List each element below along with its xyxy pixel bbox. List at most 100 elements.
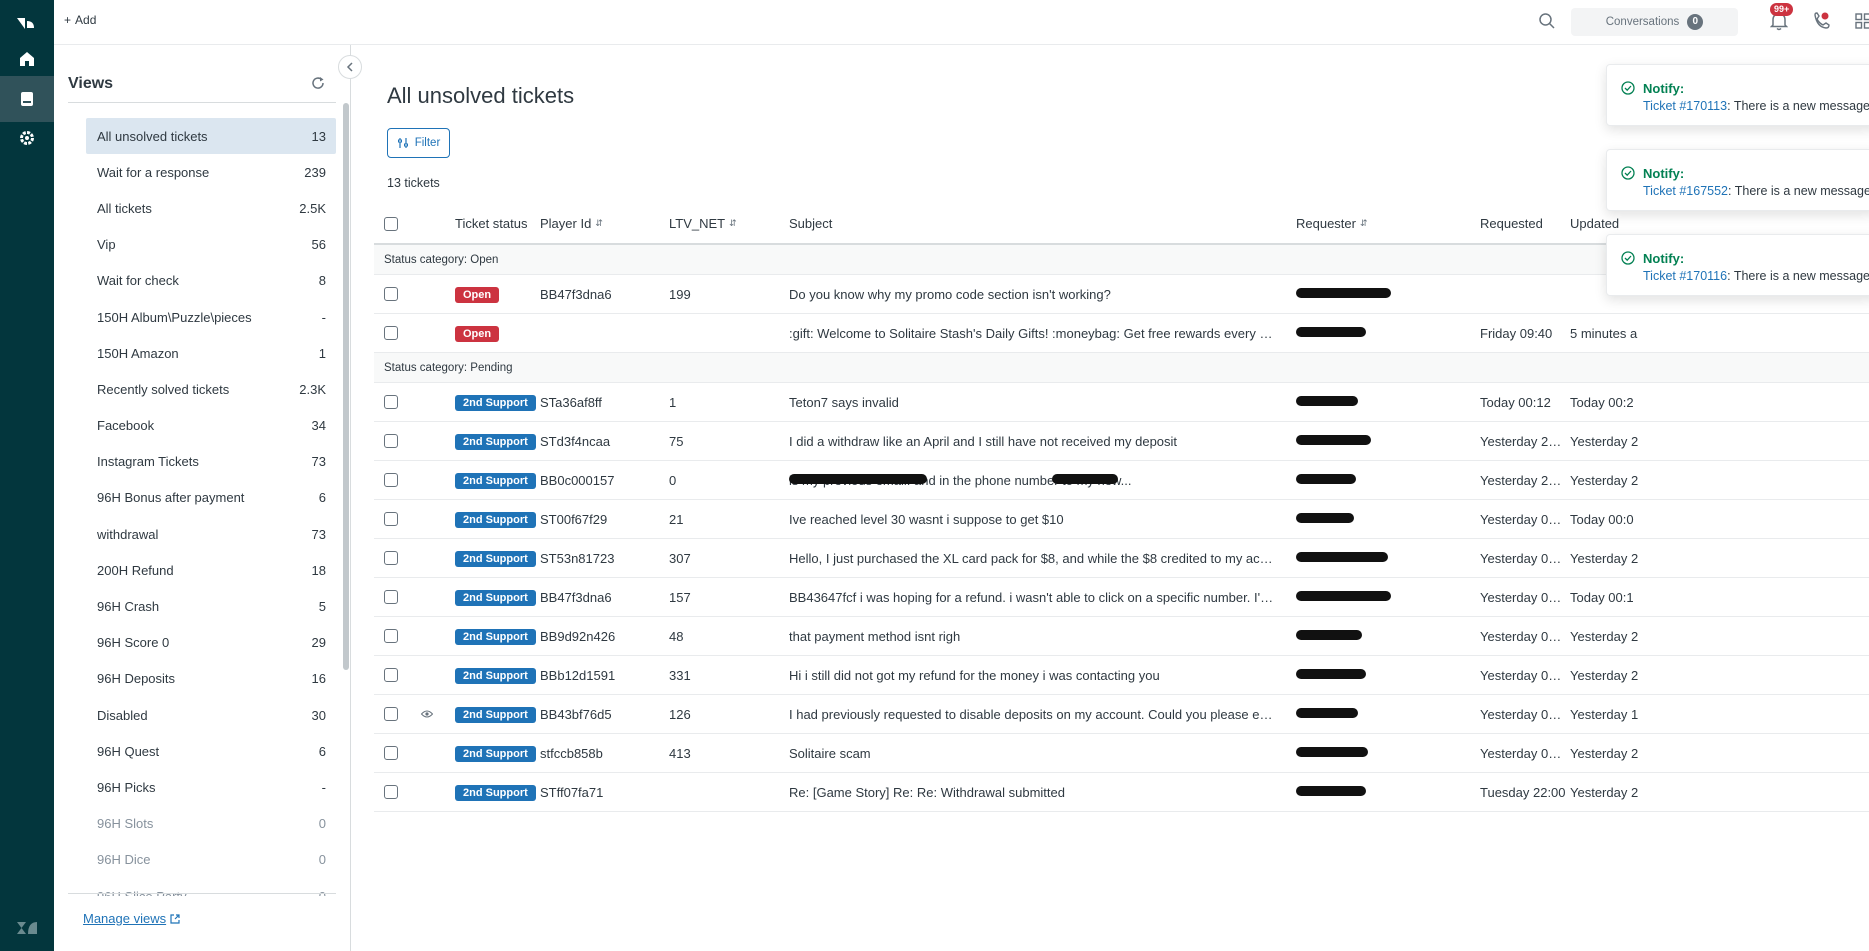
row-checkbox[interactable] bbox=[384, 707, 398, 721]
redacted-mark bbox=[1296, 513, 1354, 523]
ticket-row[interactable]: 2nd Support ST53n81723 307 Hello, I just pu… bbox=[374, 539, 1869, 578]
ticket-row[interactable]: 2nd Support STd3f4ncaa 75 I did a withdraw … bbox=[374, 422, 1869, 461]
row-checkbox[interactable] bbox=[384, 629, 398, 643]
view-item[interactable]: Wait for a response 239 bbox=[86, 154, 336, 190]
agent-status-icon[interactable] bbox=[1811, 11, 1831, 34]
view-item[interactable]: 96H Dice 0 bbox=[86, 842, 336, 878]
ticket-count: 13 tickets bbox=[387, 176, 440, 190]
filter-button[interactable]: Filter bbox=[387, 128, 450, 158]
ticket-row[interactable]: 2nd Support STff07fa71 Re: [Game Story] Re… bbox=[374, 773, 1869, 812]
ticket-row[interactable]: 2nd Support STa36af8ff 1 Teton7 says invali… bbox=[374, 383, 1869, 422]
view-item[interactable]: 96H Crash 5 bbox=[86, 588, 336, 624]
view-item[interactable]: Disabled 30 bbox=[86, 697, 336, 733]
ticket-row[interactable]: 2nd Support BB9d92n426 48 that payment meth… bbox=[374, 617, 1869, 656]
view-item-label: 150H Album\Puzzle\pieces bbox=[97, 309, 252, 325]
row-checkbox[interactable] bbox=[384, 326, 398, 340]
row-checkbox[interactable] bbox=[384, 434, 398, 448]
ticket-row[interactable]: Open:gift: Welcome to Solitaire Stash's … bbox=[374, 314, 1869, 353]
view-item[interactable]: All tickets 2.5K bbox=[86, 190, 336, 226]
updated-time: 5 minutes a bbox=[1570, 326, 1638, 341]
redacted-mark bbox=[1296, 669, 1366, 679]
notify-ticket-link[interactable]: Ticket #170113 bbox=[1643, 99, 1727, 113]
view-item[interactable]: Vip 56 bbox=[86, 227, 336, 263]
conversations-button[interactable]: Conversations 0 bbox=[1571, 8, 1738, 36]
view-item[interactable]: 96H Slots 0 bbox=[86, 806, 336, 842]
notify-ticket-link[interactable]: Ticket #170116 bbox=[1643, 269, 1727, 283]
row-checkbox[interactable] bbox=[384, 590, 398, 604]
row-checkbox[interactable] bbox=[384, 287, 398, 301]
ticket-subject[interactable]: :gift: Welcome to Solitaire Stash's Dail… bbox=[789, 326, 1279, 341]
ticket-status-badge: 2nd Support bbox=[455, 707, 536, 723]
row-checkbox[interactable] bbox=[384, 551, 398, 565]
ticket-subject[interactable]: Solitaire scam bbox=[789, 746, 1279, 761]
redacted-mark bbox=[1296, 786, 1366, 796]
ticket-row[interactable]: 2nd Support BB47f3dna6 157 BB43647fcf i was… bbox=[374, 578, 1869, 617]
ticket-row[interactable]: 2nd Support BBb12d1591 331 Hi i still did n… bbox=[374, 656, 1869, 695]
ticket-row[interactable]: 2nd Support ST00f67f29 21 Ive reached level… bbox=[374, 500, 1869, 539]
views-scrollbar[interactable] bbox=[343, 103, 349, 670]
view-item[interactable]: 200H Refund 18 bbox=[86, 552, 336, 588]
requested-time: Yesterday 04:01 bbox=[1480, 629, 1566, 644]
collapse-views-button[interactable] bbox=[338, 55, 362, 79]
ticket-subject[interactable]: Teton7 says invalid bbox=[789, 395, 1279, 410]
view-item[interactable]: withdrawal 73 bbox=[86, 516, 336, 552]
column-updated[interactable]: Updated bbox=[1570, 216, 1619, 231]
notify-ticket-link[interactable]: Ticket #167552 bbox=[1643, 184, 1728, 198]
row-checkbox[interactable] bbox=[384, 473, 398, 487]
ticket-subject[interactable]: BB43647fcf i was hoping for a refund. i … bbox=[789, 590, 1279, 605]
view-item[interactable]: Wait for check 8 bbox=[86, 263, 336, 299]
ticket-subject[interactable]: I did a withdraw like an April and I sti… bbox=[789, 434, 1279, 449]
ticket-row[interactable]: 2nd Support BB0c000157 0 is my previous ema… bbox=[374, 461, 1869, 500]
apps-grid-icon[interactable] bbox=[1855, 13, 1869, 32]
search-icon[interactable] bbox=[1538, 12, 1556, 33]
select-all-checkbox[interactable] bbox=[384, 217, 398, 231]
ticket-subject[interactable]: Hello, I just purchased the XL card pack… bbox=[789, 551, 1279, 566]
ticket-status-badge: 2nd Support bbox=[455, 434, 536, 450]
view-item-label: Instagram Tickets bbox=[97, 454, 199, 470]
notify-toast[interactable]: Notify: Ticket #170116: There is a new me… bbox=[1606, 234, 1869, 296]
ticket-subject[interactable]: that payment method isnt righ bbox=[789, 629, 1279, 644]
ticket-subject[interactable]: I had previously requested to disable de… bbox=[789, 707, 1279, 722]
column-requester[interactable]: Requester ⇵ bbox=[1296, 216, 1368, 231]
view-item[interactable]: 96H Bonus after payment 6 bbox=[86, 480, 336, 516]
view-item[interactable]: 96H Quest 6 bbox=[86, 733, 336, 769]
row-checkbox[interactable] bbox=[384, 395, 398, 409]
ticket-subject[interactable]: Re: [Game Story] Re: Re: Withdrawal subm… bbox=[789, 785, 1279, 800]
column-player-id[interactable]: Player Id ⇵ bbox=[540, 216, 603, 231]
view-item-count: 34 bbox=[311, 418, 326, 434]
column-subject[interactable]: Subject bbox=[789, 216, 832, 231]
view-item[interactable]: 96H Deposits 16 bbox=[86, 661, 336, 697]
add-button[interactable]: + Add bbox=[64, 13, 96, 27]
updated-time: Yesterday 2 bbox=[1570, 434, 1639, 449]
view-item[interactable]: 150H Amazon 1 bbox=[86, 335, 336, 371]
row-checkbox[interactable] bbox=[384, 512, 398, 526]
column-requested[interactable]: Requested bbox=[1480, 216, 1543, 231]
row-checkbox[interactable] bbox=[384, 668, 398, 682]
view-item[interactable]: Instagram Tickets 73 bbox=[86, 444, 336, 480]
notify-toast[interactable]: Notify: Ticket #167552: There is a new me… bbox=[1606, 149, 1869, 211]
manage-views-link[interactable]: Manage views bbox=[83, 911, 180, 926]
view-item[interactable]: All unsolved tickets 13 bbox=[86, 118, 336, 155]
view-item[interactable]: Facebook 34 bbox=[86, 408, 336, 444]
column-ticket-status[interactable]: Ticket status bbox=[455, 216, 527, 231]
view-item-label: 96H Bonus after payment bbox=[97, 490, 245, 506]
view-item[interactable]: 96H Score 0 29 bbox=[86, 625, 336, 661]
redacted-mark bbox=[789, 474, 927, 484]
admin-gear-icon[interactable] bbox=[0, 115, 54, 161]
notify-toast[interactable]: Notify: Ticket #170113: There is a new me… bbox=[1606, 64, 1869, 126]
ticket-subject[interactable]: Ive reached level 30 wasnt i suppose to … bbox=[789, 512, 1279, 527]
view-item-count: 73 bbox=[311, 454, 326, 470]
view-item[interactable]: 150H Album\Puzzle\pieces - bbox=[86, 299, 336, 335]
view-item[interactable]: Recently solved tickets 2.3K bbox=[86, 371, 336, 407]
ticket-subject[interactable]: Hi i still did not got my refund for the… bbox=[789, 668, 1279, 683]
view-item[interactable]: 96H Picks - bbox=[86, 769, 336, 805]
player-id: BB47f3dna6 bbox=[540, 590, 612, 605]
ticket-status-badge: 2nd Support bbox=[455, 746, 536, 762]
ticket-subject[interactable]: Do you know why my promo code section is… bbox=[789, 287, 1279, 302]
ticket-row[interactable]: 2nd Support stfccb858b 413 Solitaire scam Ye… bbox=[374, 734, 1869, 773]
ticket-row[interactable]: 2nd Support BB43bf76d5 126 I had previously… bbox=[374, 695, 1869, 734]
row-checkbox[interactable] bbox=[384, 785, 398, 799]
refresh-views-icon[interactable] bbox=[311, 76, 325, 93]
column-ltv-net[interactable]: LTV_NET ⇵ bbox=[669, 216, 737, 231]
row-checkbox[interactable] bbox=[384, 746, 398, 760]
